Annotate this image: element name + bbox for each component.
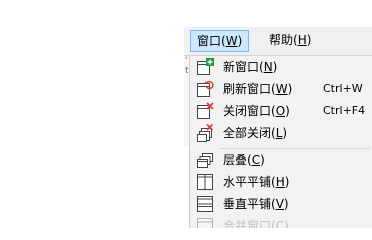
- menu-item-close-all[interactable]: 全部关闭(L): [190, 122, 372, 144]
- window-dropdown-menu: 新窗口(N) 刷新窗口(W) Ctrl+W 关闭窗口(O) Ctrl+F4 全部…: [189, 56, 372, 228]
- menu-item-label: 垂直平铺(V): [223, 195, 289, 213]
- menu-window[interactable]: 窗口(W): [190, 30, 250, 52]
- label-key: V: [275, 197, 284, 211]
- label-key: C: [251, 153, 261, 167]
- menu-item-shortcut: Ctrl+W: [323, 82, 363, 95]
- tile-vertical-icon: [196, 195, 214, 213]
- menu-item-cascade[interactable]: 层叠(C): [190, 149, 372, 171]
- menu-bar: 窗口(W) 帮助(H): [184, 27, 372, 56]
- label-close: ): [287, 82, 293, 96]
- label-key: C: [275, 219, 285, 228]
- menu-item-label: 关闭窗口(O): [223, 102, 290, 120]
- label-close: ): [272, 60, 278, 74]
- label-close: ): [285, 104, 290, 118]
- menu-window-text: 窗口(: [197, 34, 226, 48]
- menu-window-key: W: [225, 34, 238, 48]
- label-text: 合并窗口(: [223, 219, 276, 228]
- label-key: O: [275, 104, 286, 118]
- menu-window-close: ): [237, 34, 243, 48]
- label-key: N: [263, 60, 273, 74]
- menu-item-refresh-window[interactable]: 刷新窗口(W) Ctrl+W: [190, 78, 372, 100]
- menu-item-new-window[interactable]: 新窗口(N): [190, 56, 372, 78]
- menu-help-close: ): [306, 33, 312, 47]
- label-key: W: [275, 82, 288, 96]
- menu-item-label: 水平平铺(H): [223, 173, 289, 191]
- close-all-icon: [196, 123, 214, 142]
- cascade-icon: [196, 151, 214, 169]
- menu-item-label: 刷新窗口(W): [223, 80, 292, 98]
- label-text: 层叠(: [223, 153, 252, 167]
- menu-help[interactable]: 帮助(H): [263, 30, 317, 52]
- label-text: 垂直平铺(: [223, 197, 276, 211]
- close-window-icon: [196, 102, 214, 120]
- menu-item-tile-vertical[interactable]: 垂直平铺(V): [190, 193, 372, 215]
- label-close: ): [283, 197, 289, 211]
- label-close: ): [282, 126, 288, 140]
- menu-item-merge-windows[interactable]: 合并窗口(C): [190, 215, 372, 228]
- merge-windows-icon: [196, 217, 214, 228]
- label-text: 全部关闭(: [223, 126, 276, 140]
- background-mark: t: [185, 66, 189, 76]
- label-text: 新窗口(: [223, 60, 264, 74]
- label-text: 关闭窗口(: [223, 104, 276, 118]
- menu-item-label: 全部关闭(L): [223, 124, 287, 142]
- menu-help-text: 帮助(: [269, 33, 298, 47]
- label-text: 水平平铺(: [223, 175, 276, 189]
- tile-horizontal-icon: [196, 173, 214, 191]
- menu-item-close-window[interactable]: 关闭窗口(O) Ctrl+F4: [190, 100, 372, 122]
- label-close: ): [260, 153, 265, 167]
- menu-item-tile-horizontal[interactable]: 水平平铺(H): [190, 171, 372, 193]
- menu-item-shortcut: Ctrl+F4: [323, 104, 366, 117]
- menu-item-label: 层叠(C): [223, 151, 265, 169]
- app-window: 窗口(W) 帮助(H) ' t 新窗口(N) 刷新窗口(W) Ctrl+W 关闭…: [0, 0, 372, 228]
- menu-item-label: 合并窗口(C): [223, 217, 289, 228]
- new-window-icon: [196, 58, 214, 76]
- background-mark: ': [185, 56, 188, 66]
- label-close: ): [284, 175, 290, 189]
- label-key: H: [275, 175, 285, 189]
- label-close: ): [284, 219, 289, 228]
- menu-item-label: 新窗口(N): [223, 58, 277, 76]
- menu-help-key: H: [297, 33, 307, 47]
- label-text: 刷新窗口(: [223, 82, 276, 96]
- refresh-window-icon: [196, 80, 214, 98]
